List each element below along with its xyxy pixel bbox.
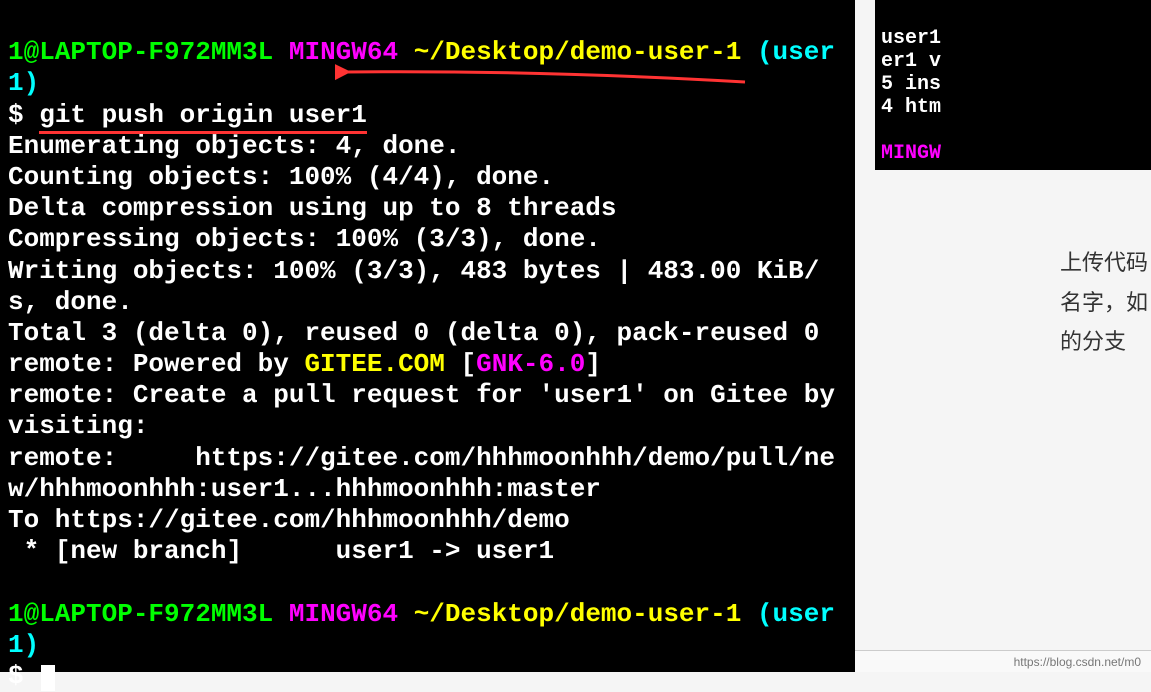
frag-line: 4 htm [881,96,941,119]
prompt-path: ~/Desktop/demo-user-1 [414,37,742,67]
prompt-symbol: $ [8,100,24,130]
output-line: remote: Create a pull request for 'user1… [8,380,851,441]
output-line: remote: https://gitee.com/hhhmoonhhh/dem… [8,443,835,504]
prompt-shell: MINGW64 [289,599,398,629]
prompt-user-host: 1@LAPTOP-F972MM3L [8,599,273,629]
output-line: * [new branch] user1 -> user1 [8,536,554,566]
prompt-user-host: 1@LAPTOP-F972MM3L [8,37,273,67]
frag-line: er1 v [881,50,941,73]
output-line: remote: Powered by [8,349,304,379]
output-line: Compressing objects: 100% (3/3), done. [8,224,601,254]
frag-line: user1 [881,27,941,50]
gitee-host: GITEE.COM [304,349,444,379]
prompt-path: ~/Desktop/demo-user-1 [414,599,742,629]
side-text-line: 上传代码 [1060,243,1148,283]
frag-line: 5 ins [881,73,941,96]
side-text-line: 的分支 [1060,322,1148,362]
command-input: git push origin user1 [39,100,367,134]
output-line: To https://gitee.com/hhhmoonhhh/demo [8,505,570,535]
secondary-terminal-fragment: user1 er1 v 5 ins 4 htm MINGW [875,0,1151,170]
git-bash-terminal[interactable]: 1@LAPTOP-F972MM3L MINGW64 ~/Desktop/demo… [0,0,855,672]
side-text-line: 名字，如 [1060,283,1148,323]
frag-shell: MINGW [881,142,941,165]
gnk-version: GNK-6.0 [476,349,585,379]
output-line: Total 3 (delta 0), reused 0 (delta 0), p… [8,318,819,348]
output-line: Counting objects: 100% (4/4), done. [8,162,554,192]
browser-status-bar: https://blog.csdn.net/m0 [855,650,1151,672]
status-url: https://blog.csdn.net/m0 [1014,655,1141,669]
terminal-cursor[interactable] [41,665,55,691]
prompt-symbol: $ [8,661,24,691]
output-line: Writing objects: 100% (3/3), 483 bytes |… [8,256,819,317]
page-side-text: 上传代码 名字，如 的分支 [1060,243,1148,362]
output-line: Delta compression using up to 8 threads [8,193,617,223]
output-line: Enumerating objects: 4, done. [8,131,460,161]
prompt-shell: MINGW64 [289,37,398,67]
